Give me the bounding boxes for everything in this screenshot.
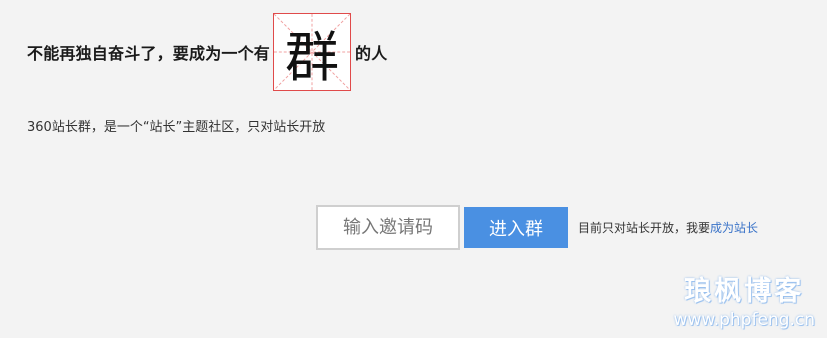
watermark: 琅枫博客 www.phpfeng.cn [674,269,815,330]
become-webmaster-link[interactable]: 成为站长 [710,221,758,235]
watermark-url: www.phpfeng.cn [673,310,815,330]
invite-form: 进入群 目前只对站长开放，我要成为站长 [316,205,758,250]
headline-text-after: 的人 [355,44,388,63]
note-prefix: 目前只对站长开放，我要 [578,221,711,235]
highlight-character: 群 [285,25,340,89]
subtitle: 360站长群，是一个“站长”主题社区，只对站长开放 [27,120,326,135]
note-text: 目前只对站长开放，我要成为站长 [578,219,758,236]
watermark-title: 琅枫博客 [684,276,805,307]
headline-text-before: 不能再独自奋斗了，要成为一个有 [27,44,271,63]
headline: 不能再独自奋斗了，要成为一个有 群 的人 [27,12,387,92]
character-grid-box: 群 [273,13,352,91]
enter-group-button[interactable]: 进入群 [464,207,568,248]
invite-code-input[interactable] [316,205,460,250]
